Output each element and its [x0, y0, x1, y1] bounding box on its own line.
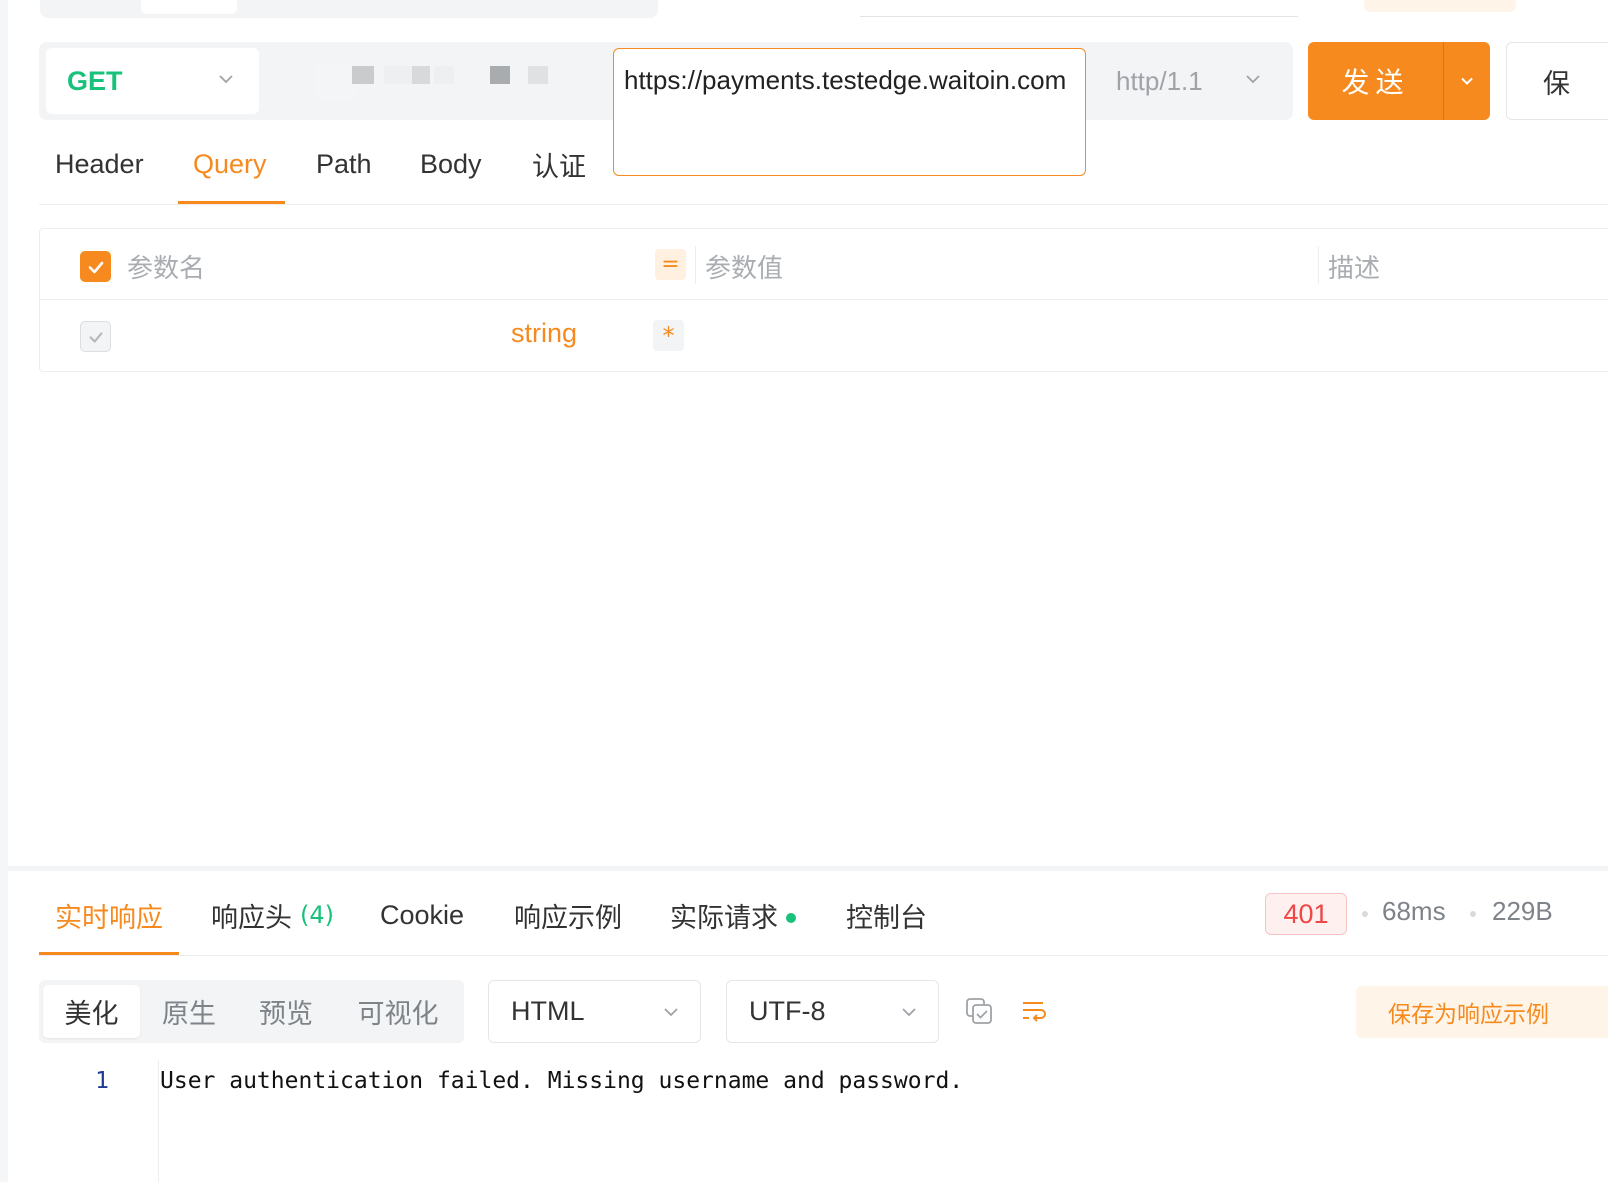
top-active-tab[interactable]: [141, 0, 237, 14]
tabs-divider: [39, 204, 1608, 205]
encoding-select[interactable]: UTF-8: [726, 980, 939, 1043]
top-divider: [860, 16, 1298, 17]
chevron-down-icon: [902, 1008, 916, 1017]
headers-count: (4): [300, 901, 334, 929]
code-gutter: [158, 1060, 159, 1182]
status-code-badge: 401: [1265, 893, 1347, 935]
tab-query[interactable]: Query: [193, 124, 267, 204]
format-select[interactable]: HTML: [488, 980, 701, 1043]
url-text: https://payments.testedge.waitoin.com: [624, 65, 1067, 95]
panel-splitter[interactable]: [8, 866, 1608, 871]
top-action-button[interactable]: [1364, 0, 1516, 12]
view-mode-visualize[interactable]: 可视化: [336, 985, 460, 1038]
check-icon: [89, 331, 102, 343]
column-header-value: 参数值: [705, 254, 784, 284]
tab-label: 控制台: [846, 902, 927, 934]
save-as-example-button[interactable]: 保存为响应示例: [1356, 986, 1608, 1038]
meta-separator: [1362, 911, 1368, 917]
send-button[interactable]: 发送: [1308, 42, 1443, 120]
protocol-select[interactable]: http/1.1: [1100, 48, 1280, 114]
url-input[interactable]: https://payments.testedge.waitoin.com: [613, 48, 1086, 176]
environment-prefix-redacted: [314, 62, 554, 100]
tab-header[interactable]: Header: [55, 124, 144, 204]
chevron-down-icon: [1246, 75, 1260, 84]
response-size: 229B: [1492, 896, 1553, 926]
param-type-select[interactable]: string: [511, 318, 577, 349]
tab-cookie[interactable]: Cookie: [380, 890, 464, 940]
chevron-down-icon: [219, 75, 233, 84]
row-enable-checkbox[interactable]: [80, 321, 111, 352]
send-button-group: 发送: [1308, 42, 1490, 120]
encoding-label: UTF-8: [749, 996, 826, 1026]
tab-label: 响应示例: [514, 902, 622, 934]
response-time: 68ms: [1382, 896, 1446, 926]
tab-response-headers[interactable]: 响应头 (4): [211, 890, 334, 940]
table-header-divider: [40, 299, 1608, 300]
chevron-down-icon: [664, 1008, 678, 1017]
top-tab-strip: [40, 0, 658, 18]
format-label: HTML: [511, 996, 585, 1026]
status-dot: [786, 913, 796, 923]
wrap-lines-icon[interactable]: [1018, 995, 1050, 1027]
tab-live-response[interactable]: 实时响应: [55, 890, 163, 940]
column-header-name: 参数名: [127, 254, 206, 284]
meta-separator: [1470, 911, 1476, 917]
view-mode-preview[interactable]: 预览: [238, 985, 334, 1038]
tab-actual-request[interactable]: 实际请求: [670, 890, 796, 940]
send-options-button[interactable]: [1444, 42, 1490, 120]
required-marker[interactable]: *: [653, 320, 684, 351]
tab-label: 实际请求: [670, 902, 778, 934]
view-mode-beautify[interactable]: 美化: [43, 985, 140, 1038]
tab-path[interactable]: Path: [316, 124, 372, 204]
response-body: User authentication failed. Missing user…: [160, 1068, 964, 1094]
select-all-checkbox[interactable]: [80, 251, 111, 282]
tab-auth[interactable]: 认证: [532, 124, 586, 204]
column-separator: [695, 246, 696, 284]
tab-label: 响应头: [211, 902, 292, 934]
column-header-description: 描述: [1328, 254, 1381, 284]
tab-console[interactable]: 控制台: [846, 890, 927, 940]
save-button[interactable]: 保: [1506, 42, 1608, 120]
left-edge: [0, 0, 8, 1182]
tab-label: Cookie: [380, 899, 465, 930]
method-label: GET: [67, 65, 123, 96]
tab-response-examples[interactable]: 响应示例: [514, 890, 622, 940]
tabs-divider: [39, 955, 1608, 956]
line-number: 1: [95, 1068, 109, 1094]
bulk-edit-toggle[interactable]: =: [655, 249, 686, 280]
check-icon: [88, 261, 103, 273]
tab-label: 实时响应: [55, 902, 163, 934]
copy-icon[interactable]: [963, 995, 995, 1027]
chevron-down-icon: [1461, 77, 1473, 85]
method-select[interactable]: GET: [46, 48, 259, 114]
protocol-label: http/1.1: [1116, 65, 1203, 96]
column-separator: [1318, 246, 1319, 284]
view-mode-raw[interactable]: 原生: [142, 985, 236, 1038]
tab-body[interactable]: Body: [420, 124, 482, 204]
